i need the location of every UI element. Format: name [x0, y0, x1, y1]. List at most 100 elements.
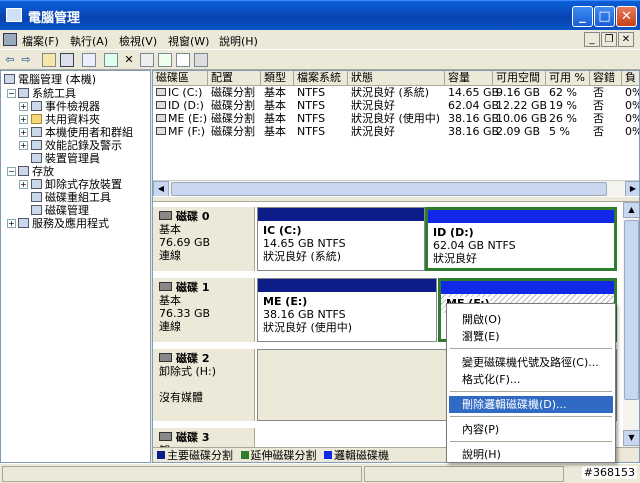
- partition-c[interactable]: IC (C:) 14.65 GB NTFS 狀況良好 (系統): [257, 207, 425, 271]
- menu-item-properties[interactable]: 內容(P): [449, 421, 613, 438]
- export-icon[interactable]: [158, 53, 172, 67]
- menu-window[interactable]: 視窗(W): [168, 33, 209, 49]
- expand-icon[interactable]: +: [19, 102, 28, 111]
- storage-icon: [18, 166, 29, 176]
- volume-icon: [156, 114, 166, 122]
- console-icon[interactable]: [3, 33, 17, 46]
- expand-icon[interactable]: +: [19, 115, 28, 124]
- delete-icon[interactable]: ✕: [122, 53, 136, 67]
- tree-item-device-manager[interactable]: 裝置管理員: [31, 152, 100, 165]
- removable-disk-icon: [159, 353, 172, 362]
- tree-item-services[interactable]: 服務及應用程式: [18, 217, 109, 230]
- tree-item-storage[interactable]: 存放: [18, 165, 54, 178]
- event-viewer-icon: [31, 101, 42, 111]
- vertical-scrollbar[interactable]: ▲ ▼: [623, 202, 639, 447]
- expand-icon[interactable]: +: [19, 141, 28, 150]
- column-header-volume[interactable]: 磁碟區: [153, 71, 208, 86]
- collapse-icon[interactable]: −: [7, 167, 16, 176]
- back-arrow-icon[interactable]: ⇦: [3, 53, 17, 67]
- status-bar: #368153: [0, 463, 640, 483]
- table-row[interactable]: ME (E:) 磁碟分割 基本 NTFS 狀況良好 (使用中) 38.16 GB…: [153, 112, 639, 125]
- menu-action[interactable]: 執行(A): [70, 33, 108, 49]
- tree-item-event-viewer[interactable]: 事件檢視器: [31, 100, 100, 113]
- forward-arrow-icon[interactable]: ⇨: [19, 53, 33, 67]
- partition-e[interactable]: ME (E:) 38.16 GB NTFS 狀況良好 (使用中): [257, 278, 437, 342]
- scroll-up-icon[interactable]: ▲: [623, 202, 639, 218]
- help-icon[interactable]: [176, 53, 190, 67]
- hard-disk-icon: [159, 282, 172, 291]
- minimize-button[interactable]: _: [572, 6, 593, 27]
- tree-item-shared-folders[interactable]: 共用資料夾: [31, 113, 100, 126]
- disk-management-icon: [31, 205, 42, 215]
- column-header-fault-tolerance[interactable]: 容錯: [590, 71, 622, 86]
- collapse-icon[interactable]: −: [7, 89, 16, 98]
- disk-3-label[interactable]: 磁碟 3 卸: [153, 428, 255, 447]
- removable-storage-icon: [31, 179, 42, 189]
- table-row[interactable]: IC (C:) 磁碟分割 基本 NTFS 狀況良好 (系統) 14.65 GB …: [153, 86, 639, 99]
- properties-icon[interactable]: [82, 53, 96, 67]
- volume-icon: [156, 101, 166, 109]
- maximize-button[interactable]: □: [594, 6, 615, 27]
- mdi-minimize-button[interactable]: _: [584, 32, 600, 47]
- horizontal-scrollbar[interactable]: ◀ ▶: [153, 180, 639, 197]
- primary-partition-swatch: [157, 451, 165, 459]
- toolbar: ⇦ ⇨ ✕: [0, 50, 640, 70]
- partition-d[interactable]: ID (D:) 62.04 GB NTFS 狀況良好: [425, 207, 617, 271]
- mdi-close-button[interactable]: ✕: [618, 32, 634, 47]
- column-header-free-space[interactable]: 可用空間: [493, 71, 546, 86]
- scroll-down-icon[interactable]: ▼: [623, 430, 639, 446]
- tree-item-root[interactable]: 電腦管理 (本機): [4, 73, 96, 86]
- performance-icon: [31, 140, 42, 150]
- services-icon: [18, 218, 29, 228]
- column-header-capacity[interactable]: 容量: [445, 71, 493, 86]
- mdi-restore-button[interactable]: ❐: [601, 32, 617, 47]
- expand-icon[interactable]: +: [7, 219, 16, 228]
- disk-icon[interactable]: [194, 53, 208, 67]
- tree-item-local-users[interactable]: 本機使用者和群組: [31, 126, 133, 139]
- disk-0-label[interactable]: 磁碟 0 基本 76.69 GB 連線: [153, 207, 255, 271]
- column-header-overhead[interactable]: 負: [622, 71, 639, 86]
- column-header-type[interactable]: 類型: [261, 71, 294, 86]
- menu-help[interactable]: 說明(H): [219, 33, 258, 49]
- tree-item-removable-storage[interactable]: 卸除式存放裝置: [31, 178, 122, 191]
- column-header-filesystem[interactable]: 檔案系統: [294, 71, 348, 86]
- tree-item-defrag[interactable]: 磁碟重組工具: [31, 191, 111, 204]
- menu-view[interactable]: 檢視(V): [119, 33, 157, 49]
- scroll-left-icon[interactable]: ◀: [153, 181, 169, 197]
- menu-item-format[interactable]: 格式化(F)...: [449, 371, 613, 388]
- volume-list-header: 磁碟區 配置 類型 檔案系統 狀態 容量 可用空間 可用 % 容錯 負: [153, 71, 639, 86]
- table-row[interactable]: MF (F:) 磁碟分割 基本 NTFS 狀況良好 38.16 GB 2.09 …: [153, 125, 639, 138]
- expand-icon[interactable]: +: [19, 128, 28, 137]
- menu-item-change-drive-letter[interactable]: 變更磁碟機代號及路徑(C)...: [449, 354, 613, 371]
- tree-item-perf-logs[interactable]: 效能記錄及警示: [31, 139, 122, 152]
- menu-item-help[interactable]: 說明(H): [449, 446, 613, 463]
- tree-item-system-tools[interactable]: 系統工具: [18, 87, 76, 100]
- menu-item-open[interactable]: 開啟(O): [449, 311, 613, 328]
- menu-item-delete-logical-drive[interactable]: 刪除邏輯磁碟機(D)...: [449, 396, 613, 413]
- up-folder-icon[interactable]: [42, 53, 56, 67]
- scroll-thumb[interactable]: [624, 220, 639, 400]
- properties-sheet-icon[interactable]: [140, 53, 154, 67]
- disk-2-label[interactable]: 磁碟 2 卸除式 (H:) 沒有媒體: [153, 349, 255, 421]
- refresh-icon[interactable]: [104, 53, 118, 67]
- column-header-layout[interactable]: 配置: [208, 71, 261, 86]
- volume-icon: [156, 88, 166, 96]
- scroll-thumb[interactable]: [171, 182, 607, 196]
- scroll-right-icon[interactable]: ▶: [625, 181, 639, 197]
- volume-icon: [156, 127, 166, 135]
- defrag-icon: [31, 192, 42, 202]
- menu-file[interactable]: 檔案(F): [22, 33, 59, 49]
- disk-1-label[interactable]: 磁碟 1 基本 76.33 GB 連線: [153, 278, 255, 342]
- extended-partition-swatch: [240, 451, 249, 459]
- show-tree-icon[interactable]: [60, 53, 74, 67]
- column-header-percent-free[interactable]: 可用 %: [546, 71, 590, 86]
- hard-disk-icon: [159, 211, 172, 220]
- close-button[interactable]: ✕: [616, 6, 637, 27]
- menu-item-explore[interactable]: 瀏覽(E): [449, 328, 613, 345]
- window-title: 電腦管理: [28, 11, 81, 26]
- column-header-status[interactable]: 狀態: [348, 71, 445, 86]
- table-row[interactable]: ID (D:) 磁碟分割 基本 NTFS 狀況良好 62.04 GB 12.22…: [153, 99, 639, 112]
- expand-icon[interactable]: +: [19, 180, 28, 189]
- tree-item-disk-management[interactable]: 磁碟管理: [31, 204, 89, 217]
- users-icon: [31, 127, 42, 137]
